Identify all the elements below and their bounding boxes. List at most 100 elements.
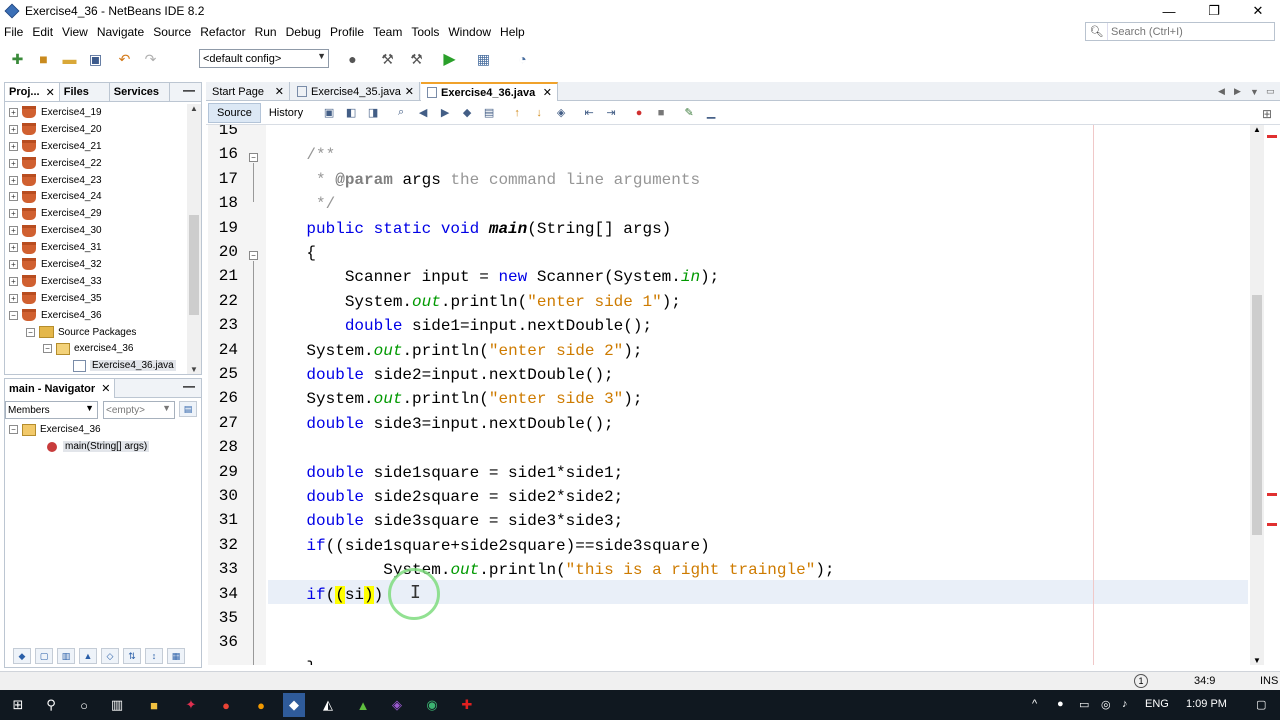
- expand-icon[interactable]: +: [9, 226, 18, 236]
- input-language[interactable]: ENG: [1145, 698, 1169, 710]
- profile-icon[interactable]: ◔: [511, 48, 534, 70]
- android-studio-icon[interactable]: ▲: [353, 695, 373, 715]
- tray-expand-icon[interactable]: ^: [1032, 698, 1037, 710]
- collapse-icon[interactable]: −: [9, 425, 18, 434]
- code-line[interactable]: if((side1square+side2square)==side3squar…: [268, 534, 709, 558]
- members-select[interactable]: Members ▼: [5, 401, 98, 419]
- code-line[interactable]: */: [268, 192, 335, 216]
- scrollbar-thumb[interactable]: [189, 215, 199, 315]
- scroll-down-icon[interactable]: ▼: [1250, 656, 1264, 665]
- redo-icon[interactable]: ↷: [139, 48, 162, 70]
- tab-navigator[interactable]: main - Navigator ✕: [5, 379, 116, 398]
- tab-projects[interactable]: Proj... ✕: [5, 83, 60, 101]
- tab-exercise4-36[interactable]: Exercise4_36.java ✕: [421, 82, 558, 101]
- scroll-up-icon[interactable]: ▲: [187, 104, 201, 113]
- menu-debug[interactable]: Debug: [282, 25, 326, 39]
- tab-services[interactable]: Services: [110, 83, 170, 101]
- scroll-tabs-left-icon[interactable]: ◀: [1218, 82, 1225, 101]
- netbeans-taskbar-icon[interactable]: ◆: [283, 693, 305, 717]
- menu-profile[interactable]: Profile: [326, 25, 369, 39]
- notifications-icon[interactable]: 1: [1134, 674, 1148, 688]
- code-line[interactable]: Scanner input = new Scanner(System.in);: [268, 265, 719, 289]
- tree-item[interactable]: + Exercise4_31: [5, 239, 187, 256]
- tree-item[interactable]: − Exercise4_36: [5, 307, 187, 324]
- menu-tools[interactable]: Tools: [407, 25, 444, 39]
- code-line[interactable]: double side2=input.nextDouble();: [268, 363, 613, 387]
- minimize-navigator-button[interactable]: —: [183, 379, 195, 393]
- code-line[interactable]: System.out.println("enter side 2");: [268, 339, 642, 363]
- clean-build-icon[interactable]: ⚒: [405, 48, 428, 70]
- search-input[interactable]: [1108, 25, 1268, 38]
- tree-item[interactable]: + Exercise4_33: [5, 273, 187, 290]
- menu-view[interactable]: View: [58, 25, 93, 39]
- people-icon[interactable]: ●: [1057, 698, 1064, 710]
- tree-item[interactable]: − Source Packages: [5, 324, 187, 341]
- sort-icon[interactable]: ⇅: [123, 648, 141, 664]
- shift-right-icon[interactable]: ⇥: [601, 104, 621, 122]
- error-marker[interactable]: [1267, 523, 1277, 526]
- menu-run[interactable]: Run: [251, 25, 282, 39]
- error-marker[interactable]: [1267, 135, 1277, 138]
- action-center-icon[interactable]: ▢: [1256, 698, 1266, 711]
- filter-fields-icon[interactable]: ▢: [35, 648, 53, 664]
- new-project-icon[interactable]: ■: [32, 48, 55, 70]
- back-icon[interactable]: ◧: [341, 104, 361, 122]
- expand-icon[interactable]: +: [9, 209, 18, 219]
- scroll-tabs-right-icon[interactable]: ▶: [1234, 82, 1241, 101]
- tree-item[interactable]: − exercise4_36: [5, 340, 187, 357]
- last-edit-icon[interactable]: ▣: [319, 104, 339, 122]
- source-view-button[interactable]: Source: [208, 102, 261, 123]
- code-line[interactable]: public static void main(String[] args): [268, 217, 671, 241]
- file-explorer-icon[interactable]: ■: [144, 695, 164, 715]
- expand-icon[interactable]: +: [9, 293, 18, 303]
- nav-item-class[interactable]: − Exercise4_36: [9, 421, 199, 438]
- menu-source[interactable]: Source: [149, 25, 196, 39]
- eclipse-icon[interactable]: ◉: [422, 695, 442, 715]
- tree-item[interactable]: + Exercise4_24: [5, 188, 187, 205]
- close-icon[interactable]: ✕: [275, 85, 284, 98]
- cortana-icon[interactable]: ○: [74, 695, 94, 715]
- scroll-down-icon[interactable]: ▼: [187, 365, 201, 374]
- tab-list-icon[interactable]: ▼: [1250, 82, 1259, 101]
- comment-icon[interactable]: ✎: [679, 104, 699, 122]
- tree-item[interactable]: Exercise4_36.java: [5, 357, 187, 374]
- tab-exercise4-35[interactable]: Exercise4_35.java ✕: [291, 82, 420, 101]
- code-line[interactable]: double side2square = side2*side2;: [268, 485, 623, 509]
- tree-item[interactable]: + Exercise4_35: [5, 290, 187, 307]
- battery-icon[interactable]: ▭: [1079, 698, 1089, 711]
- split-editor-icon[interactable]: ⊞: [1262, 104, 1272, 123]
- filter-nonpublic-icon[interactable]: ▲: [79, 648, 97, 664]
- close-icon[interactable]: ✕: [543, 86, 552, 99]
- clock-time[interactable]: 1:09 PM: [1186, 698, 1227, 710]
- menu-refactor[interactable]: Refactor: [196, 25, 250, 39]
- collapse-icon[interactable]: −: [26, 327, 35, 337]
- close-icon[interactable]: ✕: [405, 85, 414, 98]
- scroll-up-icon[interactable]: ▲: [1250, 125, 1264, 134]
- tree-item[interactable]: + Exercise4_20: [5, 121, 187, 138]
- minimize-button[interactable]: —: [1146, 0, 1192, 22]
- expand-icon[interactable]: +: [9, 192, 18, 202]
- forward-icon[interactable]: ◨: [363, 104, 383, 122]
- close-icon[interactable]: ✕: [101, 382, 110, 395]
- media-app-icon[interactable]: ◭: [318, 695, 338, 715]
- close-icon[interactable]: ✕: [46, 86, 55, 99]
- code-line[interactable]: double side3=input.nextDouble();: [268, 412, 613, 436]
- code-line[interactable]: if((si)): [268, 583, 383, 607]
- code-line[interactable]: double side3square = side3*side3;: [268, 509, 623, 533]
- open-project-icon[interactable]: ▬: [58, 48, 81, 70]
- app-icon[interactable]: ✦: [181, 695, 201, 715]
- editor-scrollbar[interactable]: ▲ ▼: [1250, 125, 1264, 665]
- chrome-icon[interactable]: ●: [216, 695, 236, 715]
- navigator-settings-icon[interactable]: ▦: [167, 648, 185, 664]
- filter-static-icon[interactable]: ▥: [57, 648, 75, 664]
- sort-alpha-icon[interactable]: ↕: [145, 648, 163, 664]
- config-select[interactable]: <default config> ▼: [199, 49, 329, 68]
- menu-navigate[interactable]: Navigate: [93, 25, 149, 39]
- task-view-icon[interactable]: ▥: [107, 695, 127, 715]
- error-marker[interactable]: [1267, 493, 1277, 496]
- volume-icon[interactable]: ♪: [1122, 698, 1128, 710]
- stop-macro-icon[interactable]: ■: [651, 104, 671, 122]
- tree-item[interactable]: + Exercise4_19: [5, 104, 187, 121]
- collapse-icon[interactable]: −: [43, 344, 52, 354]
- menu-team[interactable]: Team: [369, 25, 407, 39]
